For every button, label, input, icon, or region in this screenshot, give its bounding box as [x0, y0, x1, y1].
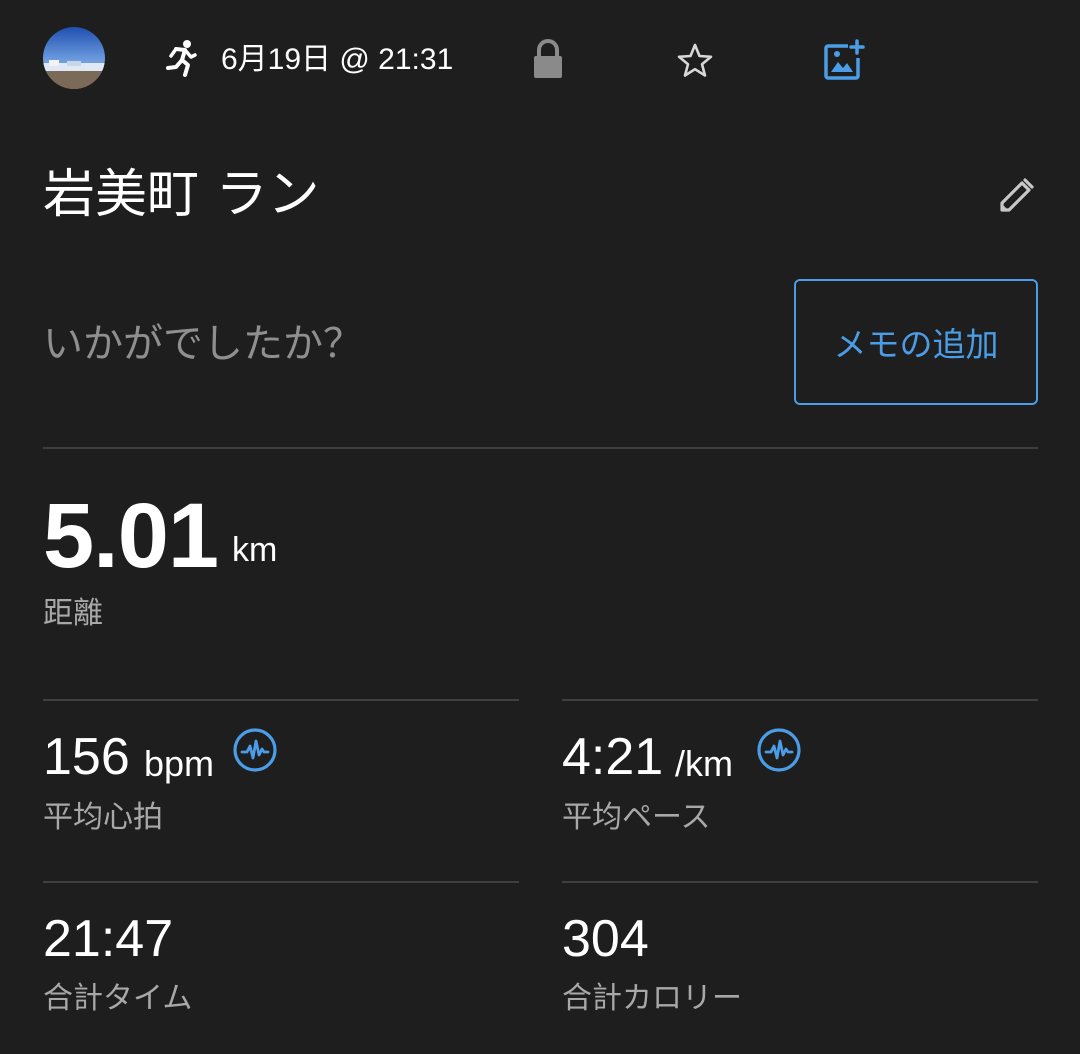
feedback-prompt: いかがでしたか？ [43, 321, 363, 367]
pencil-icon[interactable] [994, 174, 1038, 218]
lock-icon[interactable] [528, 38, 568, 82]
activity-datetime: 6月19日 @ 21:31 [221, 43, 454, 76]
avg-pace-unit: /km [675, 743, 733, 784]
distance-value: 5.01 [43, 485, 219, 587]
avg-heart-rate-label: 平均心拍 [43, 800, 163, 835]
heart-rate-icon[interactable] [756, 727, 802, 773]
distance-label: 距離 [43, 596, 103, 631]
divider [562, 881, 1038, 883]
heart-rate-icon[interactable] [232, 727, 278, 773]
avg-heart-rate-value: 156 [43, 728, 130, 786]
total-time-value: 21:47 [43, 910, 174, 968]
activity-title: 岩美町 ラン [43, 165, 320, 225]
profile-photo-icon [43, 27, 105, 89]
divider [43, 447, 1038, 449]
divider [562, 699, 1038, 701]
total-time-label: 合計タイム [43, 981, 193, 1016]
divider [43, 881, 519, 883]
total-calories-value: 304 [562, 910, 649, 968]
add-memo-button[interactable]: メモの追加 [794, 279, 1038, 405]
total-calories-label: 合計カロリー [562, 981, 742, 1016]
avg-heart-rate-unit: bpm [144, 743, 215, 784]
star-icon[interactable] [674, 40, 716, 82]
running-icon [160, 38, 200, 78]
avg-pace-value: 4:21 [562, 728, 664, 786]
avg-pace-label: 平均ペース [562, 800, 711, 835]
avatar[interactable] [43, 27, 105, 89]
distance-unit: km [232, 531, 278, 569]
divider [43, 699, 519, 701]
add-photo-icon[interactable] [822, 38, 866, 82]
